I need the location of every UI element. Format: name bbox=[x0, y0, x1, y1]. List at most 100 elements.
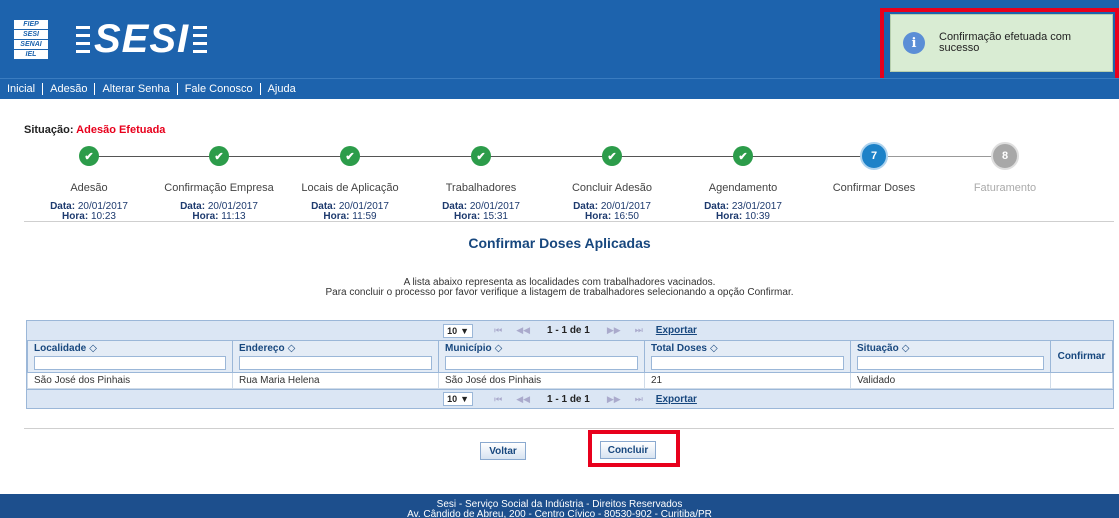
sort-icon[interactable]: ◇ bbox=[89, 343, 97, 354]
step-trabalhadores: ✔ Trabalhadores Data: 20/01/2017 Hora: 1… bbox=[416, 140, 546, 222]
cell-municipio: São José dos Pinhais bbox=[438, 372, 645, 389]
logo-stripes-left bbox=[76, 25, 90, 53]
step-adesao: ✔ Adesão Data: 20/01/2017 Hora: 10:23 bbox=[24, 140, 154, 222]
time-label: Hora: bbox=[192, 211, 219, 222]
filter-total-doses-input[interactable] bbox=[651, 356, 844, 370]
page-range: 1 - 1 de 1 bbox=[547, 393, 590, 405]
column-label: Município bbox=[445, 343, 492, 354]
export-link[interactable]: Exportar bbox=[656, 394, 697, 405]
step-timestamp: Data: 23/01/2017 Hora: 10:39 bbox=[678, 202, 808, 222]
step-timestamp: Data: 20/01/2017 Hora: 16:50 bbox=[547, 202, 677, 222]
status-value: Adesão Efetuada bbox=[76, 124, 166, 136]
chevron-down-icon: ▼ bbox=[460, 394, 470, 404]
pager-bottom: 10 ▼ ⏮ ◀◀ 1 - 1 de 1 ▶▶ ⏭ Exportar bbox=[27, 389, 1113, 408]
step-confirmacao-empresa: ✔ Confirmação Empresa Data: 20/01/2017 H… bbox=[154, 140, 284, 222]
column-endereco[interactable]: Endereço ◇ bbox=[232, 340, 439, 373]
step-number-current: 7 bbox=[860, 142, 888, 170]
column-label: Localidade bbox=[34, 343, 87, 354]
page-description: A lista abaixo representa as localidades… bbox=[0, 278, 1119, 298]
step-agendamento: ✔ Agendamento Data: 23/01/2017 Hora: 10:… bbox=[678, 140, 808, 222]
step-faturamento: 8 Faturamento bbox=[940, 140, 1070, 194]
export-link[interactable]: Exportar bbox=[656, 325, 697, 336]
page-size-value: 10 bbox=[447, 394, 458, 404]
first-page-icon[interactable]: ⏮ bbox=[494, 325, 502, 336]
nav-item-fale-conosco[interactable]: Fale Conosco bbox=[178, 83, 261, 95]
step-timestamp: Data: 20/01/2017 Hora: 15:31 bbox=[416, 202, 546, 222]
step-time: 10:23 bbox=[90, 211, 116, 222]
sort-icon[interactable]: ◇ bbox=[288, 343, 296, 354]
page-size-select[interactable]: 10 ▼ bbox=[443, 392, 474, 406]
brand-name: SESI bbox=[94, 17, 190, 61]
status-line: Situação: Adesão Efetuada bbox=[24, 124, 165, 136]
cell-confirmar[interactable] bbox=[1050, 372, 1113, 389]
nav-item-adesao[interactable]: Adesão bbox=[43, 83, 96, 95]
check-icon: ✔ bbox=[471, 146, 491, 166]
chevron-down-icon: ▼ bbox=[460, 325, 470, 336]
column-situacao[interactable]: Situação ◇ bbox=[850, 340, 1051, 373]
time-label: Hora: bbox=[62, 211, 89, 222]
step-label: Adesão bbox=[70, 182, 108, 194]
check-icon: ✔ bbox=[340, 146, 360, 166]
footer: Sesi - Serviço Social da Indústria - Dir… bbox=[0, 494, 1119, 518]
step-locais-aplicacao: ✔ Locais de Aplicação Data: 20/01/2017 H… bbox=[285, 140, 415, 222]
footer-line-2: Av. Cândido de Abreu, 200 - Centro Cívic… bbox=[407, 509, 712, 518]
sort-icon[interactable]: ◇ bbox=[495, 343, 503, 354]
time-label: Hora: bbox=[323, 211, 350, 222]
page-size-value: 10 bbox=[447, 325, 458, 336]
step-label: Confirmação Empresa bbox=[164, 182, 274, 194]
check-icon: ✔ bbox=[79, 146, 99, 166]
logo-line-sesi: SESI bbox=[14, 30, 48, 39]
filter-municipio-input[interactable] bbox=[445, 356, 638, 370]
back-button[interactable]: Voltar bbox=[480, 442, 526, 460]
step-timestamp: Data: 20/01/2017 Hora: 11:59 bbox=[285, 202, 415, 222]
step-label: Locais de Aplicação bbox=[301, 182, 399, 194]
step-timestamp: Data: 20/01/2017 Hora: 11:13 bbox=[154, 202, 284, 222]
logo-line-senai: SENAI bbox=[14, 40, 48, 49]
sort-icon[interactable]: ◇ bbox=[710, 343, 718, 354]
column-confirmar: Confirmar bbox=[1050, 340, 1113, 373]
check-icon: ✔ bbox=[602, 146, 622, 166]
filter-localidade-input[interactable] bbox=[34, 356, 226, 370]
filter-situacao-input[interactable] bbox=[857, 356, 1044, 370]
column-label: Total Doses bbox=[651, 343, 707, 354]
filter-endereco-input[interactable] bbox=[239, 356, 432, 370]
sort-icon[interactable]: ◇ bbox=[902, 343, 910, 354]
prev-page-icon[interactable]: ◀◀ bbox=[516, 394, 530, 405]
step-label: Confirmar Doses bbox=[832, 182, 916, 194]
page-range: 1 - 1 de 1 bbox=[547, 325, 590, 336]
wizard-steps: ✔ Adesão Data: 20/01/2017 Hora: 10:23 ✔ … bbox=[24, 140, 1114, 222]
column-municipio[interactable]: Município ◇ bbox=[438, 340, 645, 373]
time-label: Hora: bbox=[585, 211, 612, 222]
page-title: Confirmar Doses Aplicadas bbox=[468, 235, 651, 251]
column-total-doses[interactable]: Total Doses ◇ bbox=[644, 340, 851, 373]
step-confirmar-doses: 7 Confirmar Doses bbox=[809, 140, 939, 194]
step-timestamp: Data: 20/01/2017 Hora: 10:23 bbox=[24, 202, 154, 222]
step-number-pending: 8 bbox=[991, 142, 1019, 170]
next-page-icon[interactable]: ▶▶ bbox=[607, 394, 621, 405]
prev-page-icon[interactable]: ◀◀ bbox=[516, 325, 530, 336]
page-size-select[interactable]: 10 ▼ bbox=[443, 323, 474, 338]
data-table: Localidade ◇ Endereço ◇ Município ◇ Total D… bbox=[27, 340, 1113, 389]
sesi-logo: SESI bbox=[72, 14, 211, 64]
logo-line-fiep: FIEP bbox=[14, 20, 48, 29]
table-row[interactable]: São José dos Pinhais Rua Maria Helena Sã… bbox=[27, 372, 1113, 389]
first-page-icon[interactable]: ⏮ bbox=[494, 394, 502, 405]
last-page-icon[interactable]: ⏭ bbox=[635, 394, 643, 405]
fiep-logo: FIEP SESI SENAI IEL bbox=[14, 20, 64, 66]
step-time: 16:50 bbox=[613, 211, 639, 222]
step-label: Concluir Adesão bbox=[571, 182, 653, 194]
nav-item-inicial[interactable]: Inicial bbox=[0, 83, 44, 95]
cell-situacao: Validado bbox=[850, 372, 1051, 389]
last-page-icon[interactable]: ⏭ bbox=[635, 325, 643, 336]
nav-item-alterar-senha[interactable]: Alterar Senha bbox=[95, 83, 178, 95]
main-nav: Inicial Adesão Alterar Senha Fale Conosc… bbox=[0, 78, 1119, 99]
next-page-icon[interactable]: ▶▶ bbox=[607, 325, 621, 336]
pager-top: 10 ▼ ⏮ ◀◀ 1 - 1 de 1 ▶▶ ⏭ Exportar bbox=[27, 321, 1113, 340]
nav-item-ajuda[interactable]: Ajuda bbox=[261, 83, 303, 95]
time-label: Hora: bbox=[454, 211, 481, 222]
column-localidade[interactable]: Localidade ◇ bbox=[27, 340, 233, 373]
cell-total-doses: 21 bbox=[644, 372, 851, 389]
check-icon: ✔ bbox=[209, 146, 229, 166]
cell-localidade: São José dos Pinhais bbox=[27, 372, 233, 389]
step-time: 11:13 bbox=[221, 211, 246, 222]
